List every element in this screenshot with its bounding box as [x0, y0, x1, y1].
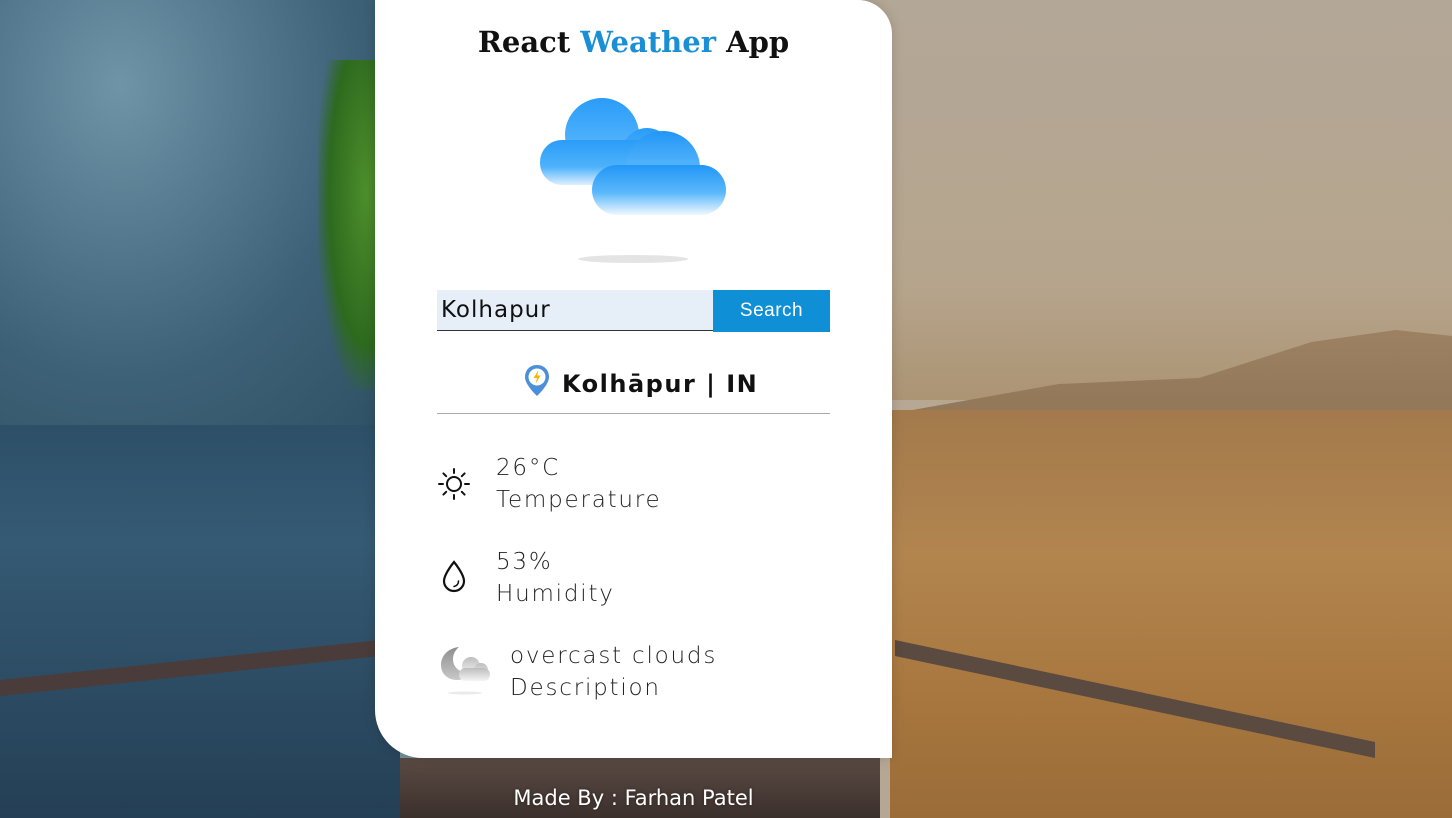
footer-credit: Made By : Farhan Patel [513, 786, 754, 810]
humidity-value: 53% [496, 549, 553, 575]
clouds-icon [540, 98, 726, 263]
night-cloud-icon [441, 647, 490, 695]
title-part-app: App [726, 25, 790, 59]
title-part-react: React [477, 25, 571, 59]
city-search-input[interactable] [437, 290, 713, 331]
weather-card: React Weather App Kolhapur Search Kolhāp… [375, 0, 892, 758]
sun-icon [438, 468, 470, 500]
temperature-value: 26°C [496, 455, 561, 481]
desert [890, 410, 1452, 818]
location-text: Kolhāpur | IN [562, 370, 759, 398]
humidity-label: Humidity [496, 581, 615, 607]
sea [0, 425, 400, 818]
description-label: Description [510, 675, 661, 701]
app-title: React Weather App [375, 25, 892, 59]
search-button[interactable]: Search [713, 290, 830, 332]
location-row: Kolhāpur | IN [437, 362, 830, 414]
title-part-weather: Weather [580, 25, 716, 59]
description-value: overcast clouds [510, 643, 718, 669]
location-pin-icon [525, 365, 549, 396]
temperature-label: Temperature [496, 487, 662, 513]
water-drop-icon [442, 560, 466, 593]
